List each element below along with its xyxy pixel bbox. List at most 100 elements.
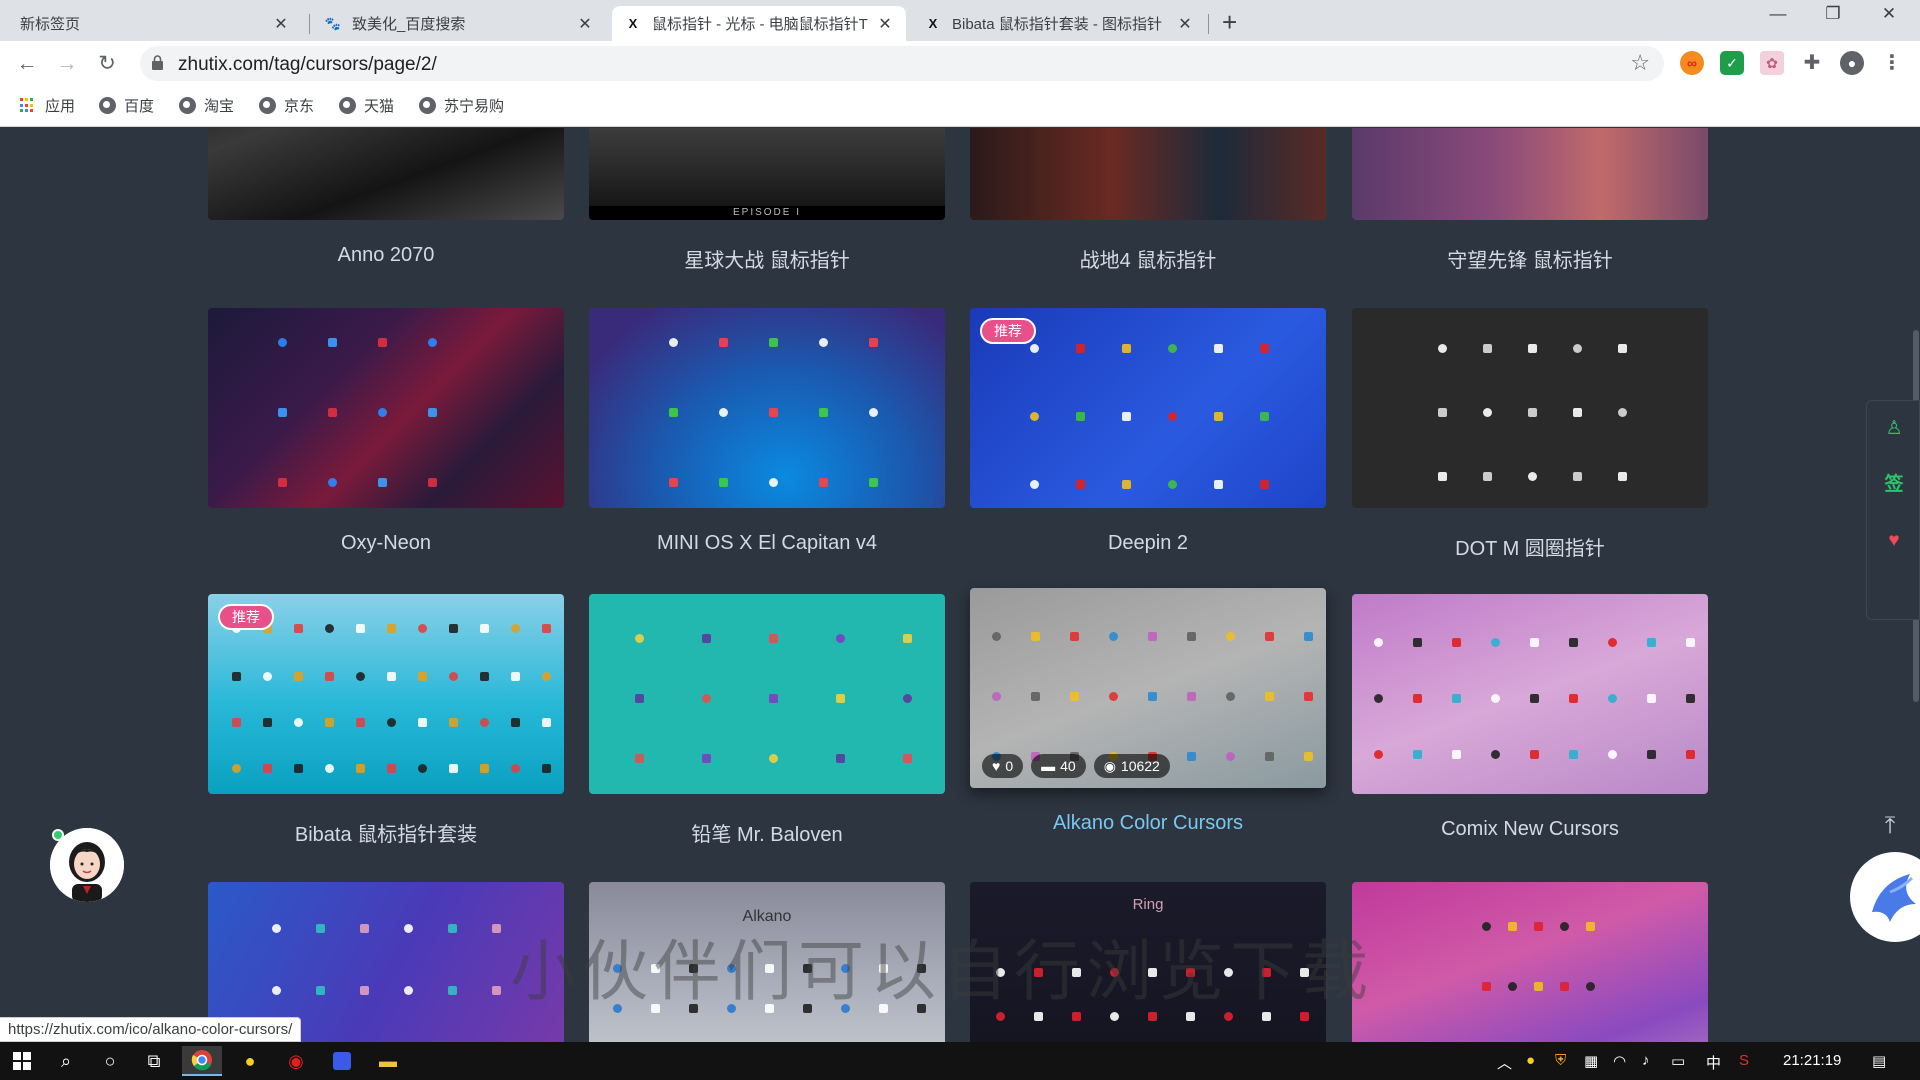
bookmark-tmall[interactable]: 天猫 [339,95,394,116]
cursor-sample-icon [1214,344,1223,353]
app-taskbar-icon[interactable] [322,1046,362,1076]
address-bar[interactable]: zhutix.com/tag/cursors/page/2/ ☆ [140,46,1664,81]
bookmark-star-icon[interactable]: ☆ [1630,50,1650,76]
bookmarks-bar: 应用 百度 淘宝 京东 天猫 苏宁易购 [0,86,1920,127]
cursor-sample-icon [294,718,303,727]
cursor-sample-icon [903,634,912,643]
card-title[interactable]: Oxy-Neon [208,532,564,555]
cursor-sample-icon [903,754,912,763]
card-title[interactable]: 铅笔 Mr. Baloven [589,818,945,847]
cursor-sample-icon [448,986,457,995]
task-view-icon[interactable]: ⧉ [134,1046,174,1076]
restore-icon[interactable]: ❐ [1810,4,1856,24]
forward-icon[interactable]: → [53,50,81,78]
card-title[interactable]: 星球大战 鼠标指针 [589,244,945,273]
wifi-icon[interactable]: ◠ [1613,1052,1626,1070]
battery-icon[interactable]: ▭ [1671,1052,1685,1070]
new-tab-button[interactable]: + [1222,8,1237,36]
cursor-sample-icon [418,764,427,773]
card-thumbnail[interactable]: EPISODE I [589,128,945,220]
ime-indicator[interactable]: 中 [1706,1052,1721,1073]
sign-in-icon[interactable]: 签 [1882,473,1906,497]
tab-bibata[interactable]: X Bibata 鼠标指针套装 - 图标指针 ✕ [912,6,1206,41]
heart-icon: ♥ [992,758,1001,774]
tab-baidu-search[interactable]: 🐾 致美化_百度搜索 ✕ [312,6,606,41]
card-thumbnail[interactable]: 推荐 [970,308,1326,508]
tray-sogou-icon[interactable]: S [1739,1052,1749,1069]
card-thumbnail[interactable] [970,128,1326,220]
tab-new-tab[interactable]: 新标签页 ✕ [8,6,302,41]
menu-kebab-icon[interactable]: ⋮ [1880,51,1904,75]
profile-avatar-icon[interactable]: ● [1840,51,1864,75]
extension-icon-shield[interactable]: ✓ [1720,51,1744,75]
close-icon[interactable]: ✕ [1176,14,1194,34]
bookmark-baidu[interactable]: 百度 [99,95,154,116]
close-icon[interactable]: ✕ [272,14,290,34]
tray-shield-icon[interactable]: ⛨ [1555,1052,1566,1069]
globe-icon [259,97,276,114]
cursor-preview [208,308,564,508]
card-title[interactable]: 守望先锋 鼠标指针 [1352,244,1708,273]
card-thumbnail[interactable]: ♥ 0 ▬ 40 ◉ 10622 [970,588,1326,788]
taskbar-clock[interactable]: 21:21:19 [1783,1052,1841,1069]
minimize-icon[interactable]: — [1755,4,1801,24]
card-title[interactable]: Alkano Color Cursors [970,812,1326,835]
card-thumbnail[interactable] [208,128,564,220]
heart-gift-icon[interactable]: ♥ [1882,529,1906,553]
tray-qq-icon[interactable]: ● [1526,1052,1535,1069]
tab-cursors[interactable]: X 鼠标指针 - 光标 - 电脑鼠标指针T ✕ [612,6,906,41]
card-title[interactable]: MINI OS X El Capitan v4 [589,532,945,555]
search-icon[interactable]: ⌕ [46,1046,86,1076]
card-thumbnail[interactable] [208,308,564,508]
user-service-icon[interactable]: ♙ [1882,417,1906,441]
tray-network-icon[interactable]: ▦ [1584,1052,1598,1070]
card-title[interactable]: Anno 2070 [208,244,564,267]
cursor-sample-icon [1304,692,1313,701]
extension-icon-infinity[interactable]: ∞ [1680,51,1704,75]
cursor-sample-icon [356,672,365,681]
cursor-sample-icon [449,672,458,681]
extensions-puzzle-icon[interactable]: ✚ [1800,51,1824,75]
card-thumbnail[interactable] [1352,882,1708,1042]
cursor-sample-icon [325,672,334,681]
record-taskbar-icon[interactable]: ◉ [276,1046,316,1076]
qq-taskbar-icon[interactable]: ● [230,1046,270,1076]
bookmark-taobao[interactable]: 淘宝 [179,95,234,116]
cursor-sample-icon [542,624,551,633]
card-title[interactable]: Comix New Cursors [1352,818,1708,841]
card-title[interactable]: 战地4 鼠标指针 [970,244,1326,273]
cursor-sample-icon [769,754,778,763]
reload-icon[interactable]: ↻ [93,50,121,78]
card-thumbnail[interactable] [589,594,945,794]
card-title[interactable]: DOT M 圆圈指针 [1352,532,1708,561]
cursor-sample-icon [356,718,365,727]
file-explorer-icon[interactable]: ▬ [368,1046,408,1076]
cursor-sample-icon [1260,344,1269,353]
card-thumbnail[interactable] [1352,308,1708,508]
extension-icon-pink[interactable]: ✿ [1760,51,1784,75]
close-icon[interactable]: ✕ [576,14,594,34]
close-icon[interactable]: ✕ [876,14,894,34]
tray-expand-icon[interactable]: ︿ [1497,1052,1512,1073]
cursor-sample-icon [1618,408,1627,417]
card-title[interactable]: Bibata 鼠标指针套装 [208,818,564,847]
bookmark-apps[interactable]: 应用 [20,95,75,116]
back-icon[interactable]: ← [13,50,41,78]
cortana-icon[interactable]: ○ [90,1046,130,1076]
volume-icon[interactable]: ♪ [1642,1052,1650,1069]
close-window-icon[interactable]: ✕ [1866,4,1912,24]
card-thumbnail[interactable] [1352,128,1708,220]
windows-start-icon[interactable] [2,1046,42,1076]
cursor-sample-icon [449,718,458,727]
cursor-sample-icon [418,672,427,681]
chrome-taskbar-icon[interactable] [182,1046,222,1076]
card-thumbnail[interactable]: 推荐 [208,594,564,794]
bookmark-suning[interactable]: 苏宁易购 [419,95,504,116]
bookmark-jd[interactable]: 京东 [259,95,314,116]
back-to-top-icon[interactable]: ⤒ [1876,812,1904,840]
notification-icon[interactable]: ▤ [1872,1052,1886,1070]
globe-icon [339,97,356,114]
card-title[interactable]: Deepin 2 [970,532,1326,555]
card-thumbnail[interactable] [589,308,945,508]
card-thumbnail[interactable] [1352,594,1708,794]
